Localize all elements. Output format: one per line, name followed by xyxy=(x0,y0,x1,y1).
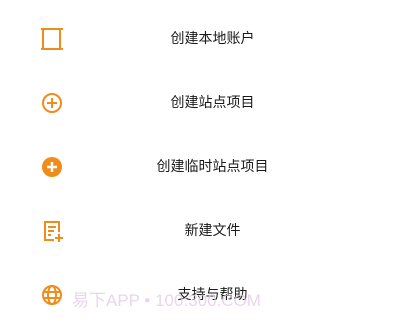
create-site-project-item[interactable]: 创建站点项目 xyxy=(0,71,397,135)
create-site-project-label: 创建站点项目 xyxy=(170,95,255,111)
create-local-account-item[interactable]: 创建本地账户 xyxy=(0,7,397,71)
new-file-label: 新建文件 xyxy=(184,223,241,239)
create-temp-site-project-item[interactable]: 创建临时站点项目 xyxy=(0,135,397,199)
new-file-item[interactable]: 新建文件 xyxy=(0,199,397,263)
action-menu: 创建本地账户 创建站点项目 创建临时站点项目 新建文件 支持与帮助 易下APP … xyxy=(0,0,397,324)
create-local-account-label: 创建本地账户 xyxy=(170,31,255,47)
watermark: 易下APP • 100:300.COM xyxy=(72,291,261,310)
create-temp-site-project-label: 创建临时站点项目 xyxy=(156,159,269,175)
